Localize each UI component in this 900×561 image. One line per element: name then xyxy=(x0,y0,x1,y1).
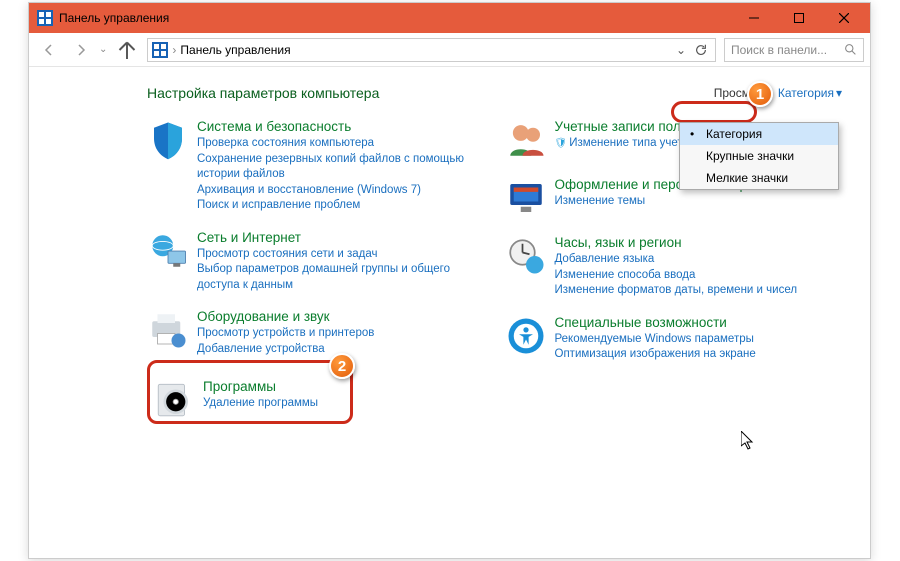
cat-title[interactable]: Часы, язык и регион xyxy=(555,235,798,250)
cat-title[interactable]: Специальные возможности xyxy=(555,315,756,330)
window-title: Панель управления xyxy=(59,11,731,25)
control-panel-icon xyxy=(37,10,53,26)
view-current: Категория xyxy=(778,86,834,100)
cat-title[interactable]: Сеть и Интернет xyxy=(197,230,485,245)
cat-title[interactable]: Программы xyxy=(203,379,318,394)
cat-clock-region: Часы, язык и регион Добавление языка Изм… xyxy=(505,235,843,299)
disc-box-icon xyxy=(153,379,195,421)
breadcrumb-chevron-icon: › xyxy=(172,43,176,57)
back-button[interactable] xyxy=(35,36,63,64)
cat-link[interactable]: Архивация и восстановление (Windows 7) xyxy=(197,183,485,199)
cat-link[interactable]: Изменение способа ввода xyxy=(555,268,798,284)
cat-link[interactable]: Добавление языка xyxy=(555,252,798,268)
cat-link[interactable]: Сохранение резервных копий файлов с помо… xyxy=(197,152,485,183)
menu-item-large-icons[interactable]: Крупные значки xyxy=(680,145,838,167)
cat-title[interactable]: Оборудование и звук xyxy=(197,309,374,324)
search-icon xyxy=(844,43,857,56)
view-menu: Категория Крупные значки Мелкие значки xyxy=(679,122,839,190)
recent-chevron-icon[interactable]: ⌄ xyxy=(99,44,107,55)
control-panel-window: Панель управления ⌄ › Панель управления … xyxy=(28,2,871,559)
annotation-badge-2: 2 xyxy=(329,353,355,379)
address-dropdown-icon[interactable]: ⌄ xyxy=(671,43,691,57)
cat-link[interactable]: Поиск и исправление проблем xyxy=(197,198,485,214)
globe-network-icon xyxy=(147,230,189,272)
search-placeholder: Поиск в панели... xyxy=(731,43,844,57)
monitor-icon xyxy=(505,177,547,219)
cat-link[interactable]: Изменение форматов даты, времени и чисел xyxy=(555,283,798,299)
menu-item-category[interactable]: Категория xyxy=(680,123,838,145)
accessibility-icon xyxy=(505,315,547,357)
cat-network: Сеть и Интернет Просмотр состояния сети … xyxy=(147,230,485,294)
cat-link[interactable]: Изменение темы xyxy=(555,194,757,210)
chevron-down-icon: ▾ xyxy=(836,86,842,100)
menu-item-small-icons[interactable]: Мелкие значки xyxy=(680,167,838,189)
cat-link[interactable]: Оптимизация изображения на экране xyxy=(555,347,756,363)
cat-link[interactable]: Проверка состояния компьютера xyxy=(197,136,485,152)
forward-button[interactable] xyxy=(67,36,95,64)
address-bar[interactable]: › Панель управления ⌄ xyxy=(147,38,716,62)
page-title: Настройка параметров компьютера xyxy=(147,85,379,101)
cat-accessibility: Специальные возможности Рекомендуемые Wi… xyxy=(505,315,843,363)
clock-globe-icon xyxy=(505,235,547,277)
cat-link[interactable]: Рекомендуемые Windows параметры xyxy=(555,332,756,348)
cursor-icon xyxy=(741,431,757,451)
titlebar: Панель управления xyxy=(29,3,870,33)
cat-link[interactable]: Удаление программы xyxy=(203,396,318,412)
maximize-button[interactable] xyxy=(776,3,821,33)
cat-programs: Программы Удаление программы xyxy=(147,373,485,427)
users-icon xyxy=(505,119,547,161)
control-panel-icon xyxy=(152,42,168,58)
refresh-button[interactable] xyxy=(691,43,711,57)
cat-link[interactable]: Просмотр устройств и принтеров xyxy=(197,326,374,342)
cat-system-security: Система и безопасность Проверка состояни… xyxy=(147,119,485,214)
nav-toolbar: ⌄ › Панель управления ⌄ Поиск в панели..… xyxy=(29,33,870,67)
close-button[interactable] xyxy=(821,3,866,33)
minimize-button[interactable] xyxy=(731,3,776,33)
cat-title[interactable]: Система и безопасность xyxy=(197,119,485,134)
annotation-badge-1: 1 xyxy=(747,81,773,107)
cat-link[interactable]: Просмотр состояния сети и задач xyxy=(197,247,485,263)
left-column: Система и безопасность Проверка состояни… xyxy=(147,119,485,427)
search-input[interactable]: Поиск в панели... xyxy=(724,38,864,62)
printer-icon xyxy=(147,309,189,351)
view-dropdown[interactable]: Категория ▾ xyxy=(778,86,842,100)
cat-hardware: Оборудование и звук Просмотр устройств и… xyxy=(147,309,485,357)
up-button[interactable] xyxy=(115,38,139,62)
cat-link[interactable]: Выбор параметров домашней группы и общег… xyxy=(197,262,485,293)
shield-icon xyxy=(147,119,189,161)
breadcrumb[interactable]: Панель управления xyxy=(180,43,671,57)
